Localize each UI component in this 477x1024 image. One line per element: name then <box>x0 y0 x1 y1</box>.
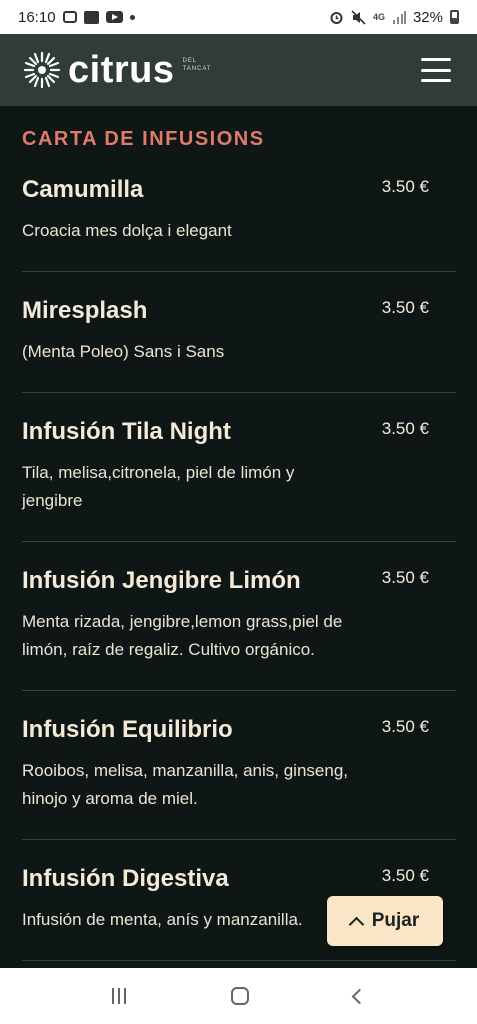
scroll-top-label: Pujar <box>371 910 420 931</box>
app-header: citrus DEL TANCAT <box>0 34 477 106</box>
youtube-icon <box>105 11 123 23</box>
menu-item-price: 3.50 € <box>381 419 429 438</box>
mute-icon <box>351 9 366 25</box>
menu-item-name: Infusión Equilibrio <box>22 716 233 743</box>
menu-item: Camumilla 3.50 € Croacia mes dolça i elega… <box>22 151 456 272</box>
brand-subtitle: DEL TANCAT <box>182 57 211 73</box>
brand-name: citrus <box>68 49 175 91</box>
menu-item-price: 3.50 € <box>381 717 429 736</box>
menu-item-list: Camumilla 3.50 € Croacia mes dolça i elega… <box>22 151 456 961</box>
brand-logo[interactable]: citrus DEL TANCAT <box>22 50 212 90</box>
hamburger-icon-bar <box>421 68 451 72</box>
alarm-icon <box>329 10 344 25</box>
back-button[interactable] <box>351 988 367 1004</box>
status-bar: 16:10 4G 32% <box>0 0 477 34</box>
recent-apps-button[interactable] <box>112 988 127 1004</box>
home-button[interactable] <box>230 987 249 1005</box>
brand-sub-line-1: DEL <box>182 58 198 64</box>
menu-item-description: Infusión de menta, anís y manzanilla. <box>22 910 303 929</box>
menu-item-price: 3.50 € <box>381 177 429 196</box>
signal-icon <box>392 10 406 24</box>
menu-item-name: Infusión Tila Night <box>22 418 231 445</box>
status-left: 16:10 <box>18 9 135 26</box>
menu-item-description: Rooibos, melisa, manzanilla, anis, ginse… <box>22 761 349 808</box>
dot-icon <box>129 14 135 20</box>
menu-item-description: (Menta Poleo) Sans i Sans <box>22 342 225 361</box>
citrus-logo-icon <box>23 51 61 89</box>
menu-item-description: Menta rizada, jengibre,lemon grass,piel … <box>22 612 343 659</box>
menu-item-price: 3.50 € <box>381 866 429 885</box>
gallery-icon <box>83 10 99 24</box>
menu-item-price: 3.50 € <box>381 298 429 317</box>
battery-level: 32% <box>412 8 443 26</box>
menu-item-row: Infusión Jengibre Limón 3.50 € <box>22 566 456 596</box>
scroll-top-button[interactable]: Pujar <box>327 896 443 946</box>
status-right: 4G 32% <box>329 9 459 26</box>
menu-item-row: Infusión Tila Night 3.50 € <box>22 417 456 447</box>
brand-sub-line-2: TANCAT <box>182 66 212 72</box>
section-title: CARTA DE INFUSIONS <box>22 128 265 150</box>
menu-item: Infusión Equilibrio 3.50 € Rooibos, melisa… <box>22 691 456 840</box>
menu-item-row: Infusión Digestiva 3.50 € <box>22 864 456 894</box>
menu-item-name: Camumilla <box>22 176 144 203</box>
menu-item-description: Croacia mes dolça i elegant <box>22 221 232 240</box>
menu-item-name: Infusión Jengibre Limón <box>22 567 301 594</box>
menu-item-description: Tila, melisa,citronela, piel de limón y … <box>22 463 295 510</box>
status-time: 16:10 <box>18 8 56 26</box>
menu-item-name: Infusión Digestiva <box>22 865 229 892</box>
chevron-up-icon <box>348 916 365 932</box>
menu-item-row: Miresplash 3.50 € <box>22 296 456 326</box>
network-type: 4G <box>372 12 385 22</box>
hamburger-icon-bar <box>421 79 451 82</box>
menu-item: Infusión Tila Night 3.50 € Tila, melisa,ci… <box>22 393 456 542</box>
hamburger-menu-button[interactable] <box>421 58 451 82</box>
menu-item-row: Infusión Equilibrio 3.50 € <box>22 715 456 745</box>
menu-item-name: Miresplash <box>22 297 148 324</box>
android-nav-bar <box>0 968 477 1024</box>
instagram-icon <box>62 11 77 23</box>
menu-item-price: 3.50 € <box>381 568 429 587</box>
menu-content[interactable]: CARTA DE INFUSIONS Camumilla 3.50 € Croaci… <box>0 106 477 968</box>
battery-icon <box>450 10 459 24</box>
menu-item: Miresplash 3.50 € (Menta Poleo) Sans i San… <box>22 272 456 393</box>
hamburger-icon-bar <box>421 58 451 61</box>
menu-item-row: Camumilla 3.50 € <box>22 175 456 205</box>
menu-item: Infusión Jengibre Limón 3.50 € Menta rizad… <box>22 542 456 691</box>
